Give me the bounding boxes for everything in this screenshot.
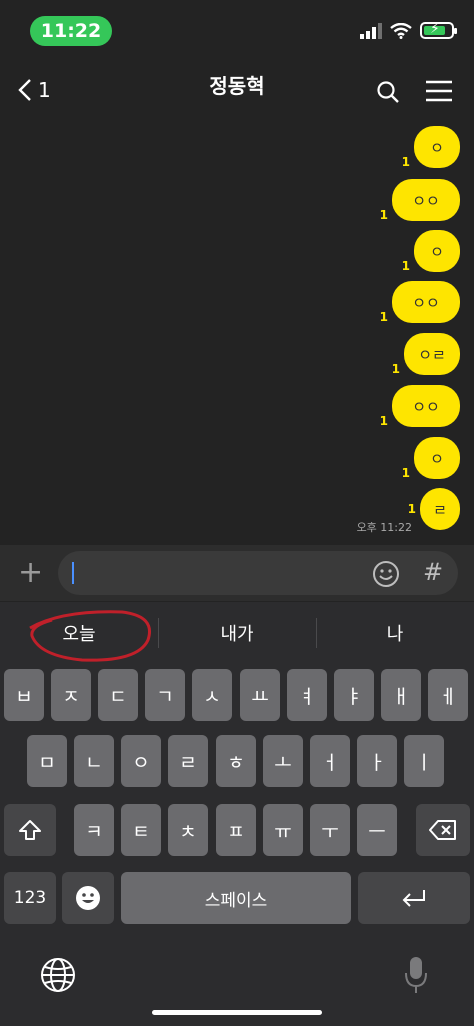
hash-icon[interactable]: #: [423, 558, 443, 586]
battery-icon: ⚡: [420, 21, 457, 39]
key[interactable]: ㅛ: [240, 669, 280, 721]
message-bubble[interactable]: ㅇ: [414, 126, 460, 168]
key[interactable]: ㅠ: [263, 804, 303, 856]
space-key[interactable]: 스페이스: [121, 872, 351, 924]
read-count: 1: [379, 310, 388, 324]
read-count: 1: [379, 208, 388, 222]
status-time: 11:22: [30, 16, 112, 46]
wifi-icon: [390, 22, 412, 39]
key[interactable]: ㅓ: [310, 735, 350, 787]
red-circle-annotation: [29, 610, 151, 662]
text-cursor: [72, 562, 74, 584]
shift-key[interactable]: [4, 804, 56, 856]
read-count: 1: [401, 259, 410, 273]
read-count: 1: [407, 502, 416, 516]
emoji-icon[interactable]: [372, 560, 400, 588]
emoji-key[interactable]: [62, 872, 114, 924]
emoji-icon: [76, 886, 100, 910]
key[interactable]: ㅡ: [357, 804, 397, 856]
key[interactable]: ㅇ: [121, 735, 161, 787]
return-icon: [402, 890, 425, 907]
chat-title: 정동혁: [209, 74, 265, 98]
suggestion-2[interactable]: 내가: [158, 620, 316, 646]
message-bubble[interactable]: ㅇ: [414, 437, 460, 479]
key[interactable]: ㄱ: [145, 669, 185, 721]
message-bubble[interactable]: ㅇㄹ: [404, 333, 460, 375]
suggestion-3[interactable]: 나: [316, 620, 474, 646]
read-count: 1: [379, 414, 388, 428]
search-icon[interactable]: [376, 80, 400, 104]
key[interactable]: ㅅ: [192, 669, 232, 721]
key[interactable]: ㄴ: [74, 735, 114, 787]
message-timestamp: 오후 11:22: [356, 521, 412, 534]
read-count: 1: [391, 362, 400, 376]
key[interactable]: ㅗ: [263, 735, 303, 787]
read-count: 1: [401, 466, 410, 480]
key[interactable]: ㅔ: [428, 669, 468, 721]
plus-icon[interactable]: +: [18, 558, 43, 588]
message-bubble[interactable]: ㅇㅇ: [392, 179, 460, 221]
key[interactable]: ㅜ: [310, 804, 350, 856]
message-bubble[interactable]: ㅇㅇ: [392, 281, 460, 323]
message-bubble[interactable]: ㅇ: [414, 230, 460, 272]
return-key[interactable]: [358, 872, 470, 924]
key[interactable]: ㅊ: [168, 804, 208, 856]
backspace-icon: [429, 820, 456, 840]
key[interactable]: ㅑ: [334, 669, 374, 721]
key[interactable]: ㅐ: [381, 669, 421, 721]
status-icons: ⚡: [360, 21, 457, 39]
message-bubble[interactable]: ㅇㅇ: [392, 385, 460, 427]
key[interactable]: ㅣ: [404, 735, 444, 787]
key[interactable]: ㅁ: [27, 735, 67, 787]
home-indicator: [152, 1010, 322, 1015]
key[interactable]: ㄷ: [98, 669, 138, 721]
key[interactable]: ㄹ: [168, 735, 208, 787]
backspace-key[interactable]: [416, 804, 470, 856]
key[interactable]: ㅕ: [287, 669, 327, 721]
globe-icon[interactable]: [40, 957, 76, 993]
message-bubble[interactable]: ㄹ: [420, 488, 460, 530]
key[interactable]: ㅈ: [51, 669, 91, 721]
key[interactable]: ㅎ: [216, 735, 256, 787]
key[interactable]: ㅏ: [357, 735, 397, 787]
key[interactable]: ㅍ: [216, 804, 256, 856]
key[interactable]: ㅌ: [121, 804, 161, 856]
read-count: 1: [401, 155, 410, 169]
signal-icon: [360, 22, 382, 39]
menu-icon[interactable]: [426, 80, 452, 102]
numbers-key[interactable]: 123: [4, 872, 56, 924]
microphone-icon[interactable]: [404, 955, 428, 995]
key[interactable]: ㅂ: [4, 669, 44, 721]
shift-icon: [19, 820, 41, 840]
key[interactable]: ㅋ: [74, 804, 114, 856]
